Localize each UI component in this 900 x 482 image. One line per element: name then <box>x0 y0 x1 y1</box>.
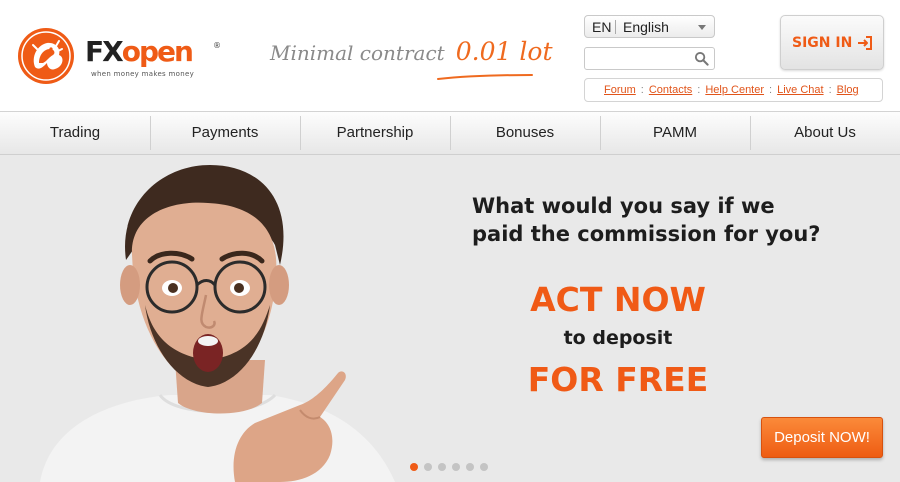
slider-dot[interactable] <box>424 463 432 471</box>
nav-item-partnership[interactable]: Partnership <box>300 112 450 154</box>
sign-in-arrow-icon <box>858 36 872 50</box>
brand-logo[interactable]: FXopen ® when money makes money <box>17 27 237 89</box>
link-live-chat[interactable]: Live Chat <box>777 84 823 96</box>
brand-name-fx: FX <box>85 35 124 68</box>
slider-dot[interactable] <box>480 463 488 471</box>
nav-item-bonuses[interactable]: Bonuses <box>450 112 600 154</box>
link-blog[interactable]: Blog <box>837 84 859 96</box>
brand-wordmark: FXopen <box>85 35 194 68</box>
sign-in-button[interactable]: SIGN IN <box>780 15 884 70</box>
sign-in-label: SIGN IN <box>792 35 853 51</box>
nav-item-pamm[interactable]: PAMM <box>600 112 750 154</box>
hero-headline-line2: paid the commission for you? <box>472 222 821 246</box>
hero-for-free: FOR FREE <box>527 360 709 399</box>
search-box <box>584 47 715 70</box>
link-contacts[interactable]: Contacts <box>649 84 692 96</box>
hero-act-now: ACT NOW <box>530 280 706 319</box>
hero-headline-line1: What would you say if we <box>472 194 775 218</box>
link-forum[interactable]: Forum <box>604 84 636 96</box>
link-separator: : <box>697 84 701 96</box>
promo-banner: Minimal contract 0.01 lot <box>270 37 553 87</box>
promo-text: Minimal contract <box>270 41 445 65</box>
deposit-now-button[interactable]: Deposit NOW! <box>761 417 883 458</box>
nav-item-trading[interactable]: Trading <box>0 112 150 154</box>
search-icon[interactable] <box>694 51 709 66</box>
link-separator: : <box>769 84 773 96</box>
link-separator: : <box>640 84 644 96</box>
language-select[interactable]: EN English <box>584 15 715 38</box>
slider-dot[interactable] <box>410 463 418 471</box>
hero-headline: What would you say if we paid the commis… <box>472 192 832 248</box>
main-nav: Trading Payments Partnership Bonuses PAM… <box>0 111 900 155</box>
promo-underline <box>437 74 533 80</box>
language-name: English <box>623 19 669 35</box>
chevron-down-icon <box>698 25 706 30</box>
nav-item-payments[interactable]: Payments <box>150 112 300 154</box>
brand-tagline: when money makes money <box>91 70 195 78</box>
promo-value: 0.01 lot <box>455 37 553 66</box>
search-input[interactable] <box>589 50 689 67</box>
nav-item-about-us[interactable]: About Us <box>750 112 900 154</box>
slider-dot[interactable] <box>452 463 460 471</box>
utility-links: Forum: Contacts: Help Center: Live Chat: Blo… <box>584 78 883 102</box>
slider-dots <box>410 463 488 473</box>
language-code: EN <box>592 19 612 35</box>
hero-person-image <box>40 165 395 482</box>
link-help-center[interactable]: Help Center <box>705 84 764 96</box>
lion-emblem-icon <box>18 28 74 84</box>
hero-to-deposit: to deposit <box>563 327 673 349</box>
hero-banner[interactable]: What would you say if we paid the commis… <box>0 155 900 482</box>
link-separator: : <box>828 84 832 96</box>
brand-name-open: open <box>121 35 194 68</box>
slider-dot[interactable] <box>438 463 446 471</box>
registered-mark: ® <box>213 41 221 50</box>
slider-dot[interactable] <box>466 463 474 471</box>
site-header: FXopen ® when money makes money Minimal … <box>0 0 900 111</box>
language-separator <box>615 20 616 34</box>
